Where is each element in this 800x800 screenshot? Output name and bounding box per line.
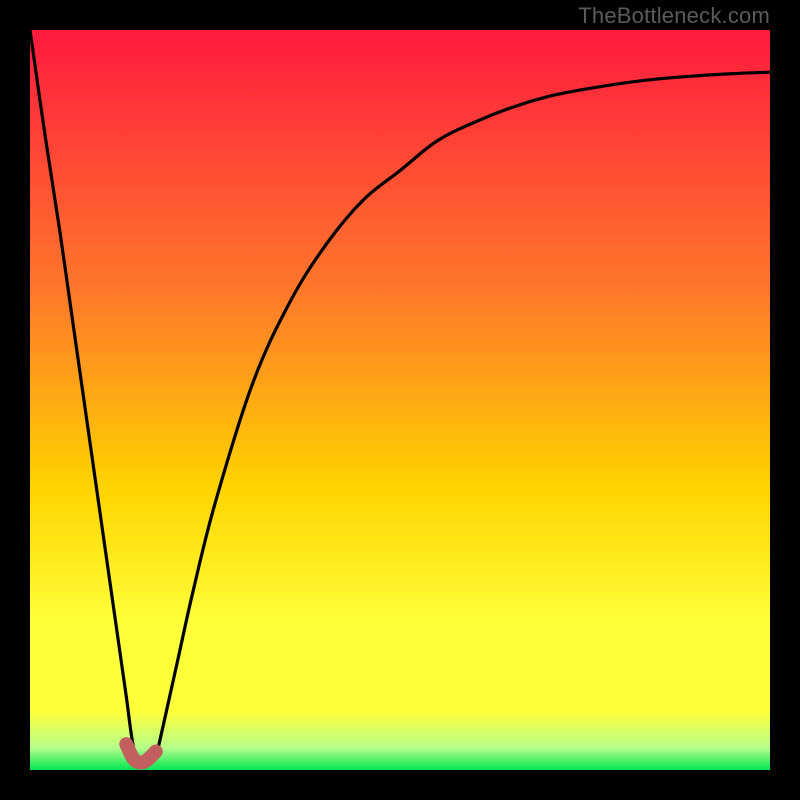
gradient-background <box>30 30 770 770</box>
chart-frame: TheBottleneck.com <box>0 0 800 800</box>
watermark-text: TheBottleneck.com <box>578 3 770 29</box>
plot-area <box>30 30 770 770</box>
chart-svg <box>30 30 770 770</box>
